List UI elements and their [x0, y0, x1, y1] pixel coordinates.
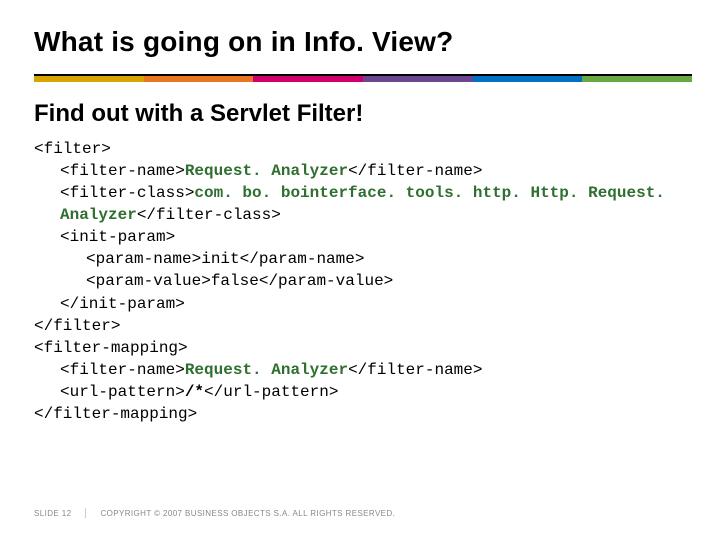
divider-rainbow	[34, 76, 692, 82]
footer-separator	[85, 508, 86, 518]
code-line: <filter-mapping>	[34, 337, 686, 359]
code-line: <param-value>false</param-value>	[34, 270, 686, 292]
slide-number: SLIDE 12	[34, 509, 71, 518]
copyright-text: COPYRIGHT © 2007 BUSINESS OBJECTS S.A. A…	[100, 509, 395, 518]
code-block: <filter> <filter-name>Request. Analyzer<…	[34, 138, 686, 425]
slide-subtitle: Find out with a Servlet Filter!	[34, 100, 363, 128]
slide: What is going on in Info. View? Find out…	[0, 0, 720, 540]
footer: SLIDE 12 COPYRIGHT © 2007 BUSINESS OBJEC…	[34, 508, 395, 518]
code-line: <filter-name>Request. Analyzer</filter-n…	[34, 160, 686, 182]
code-line: <filter-class>com. bo. bointerface. tool…	[34, 182, 686, 226]
code-line: </filter>	[34, 315, 686, 337]
code-line: </filter-mapping>	[34, 403, 686, 425]
code-line: <param-name>init</param-name>	[34, 248, 686, 270]
slide-title: What is going on in Info. View?	[34, 26, 453, 58]
code-line: <filter-name>Request. Analyzer</filter-n…	[34, 359, 686, 381]
code-line: <init-param>	[34, 226, 686, 248]
code-line: <filter>	[34, 138, 686, 160]
code-line: <url-pattern>/*</url-pattern>	[34, 381, 686, 403]
code-line: </init-param>	[34, 293, 686, 315]
